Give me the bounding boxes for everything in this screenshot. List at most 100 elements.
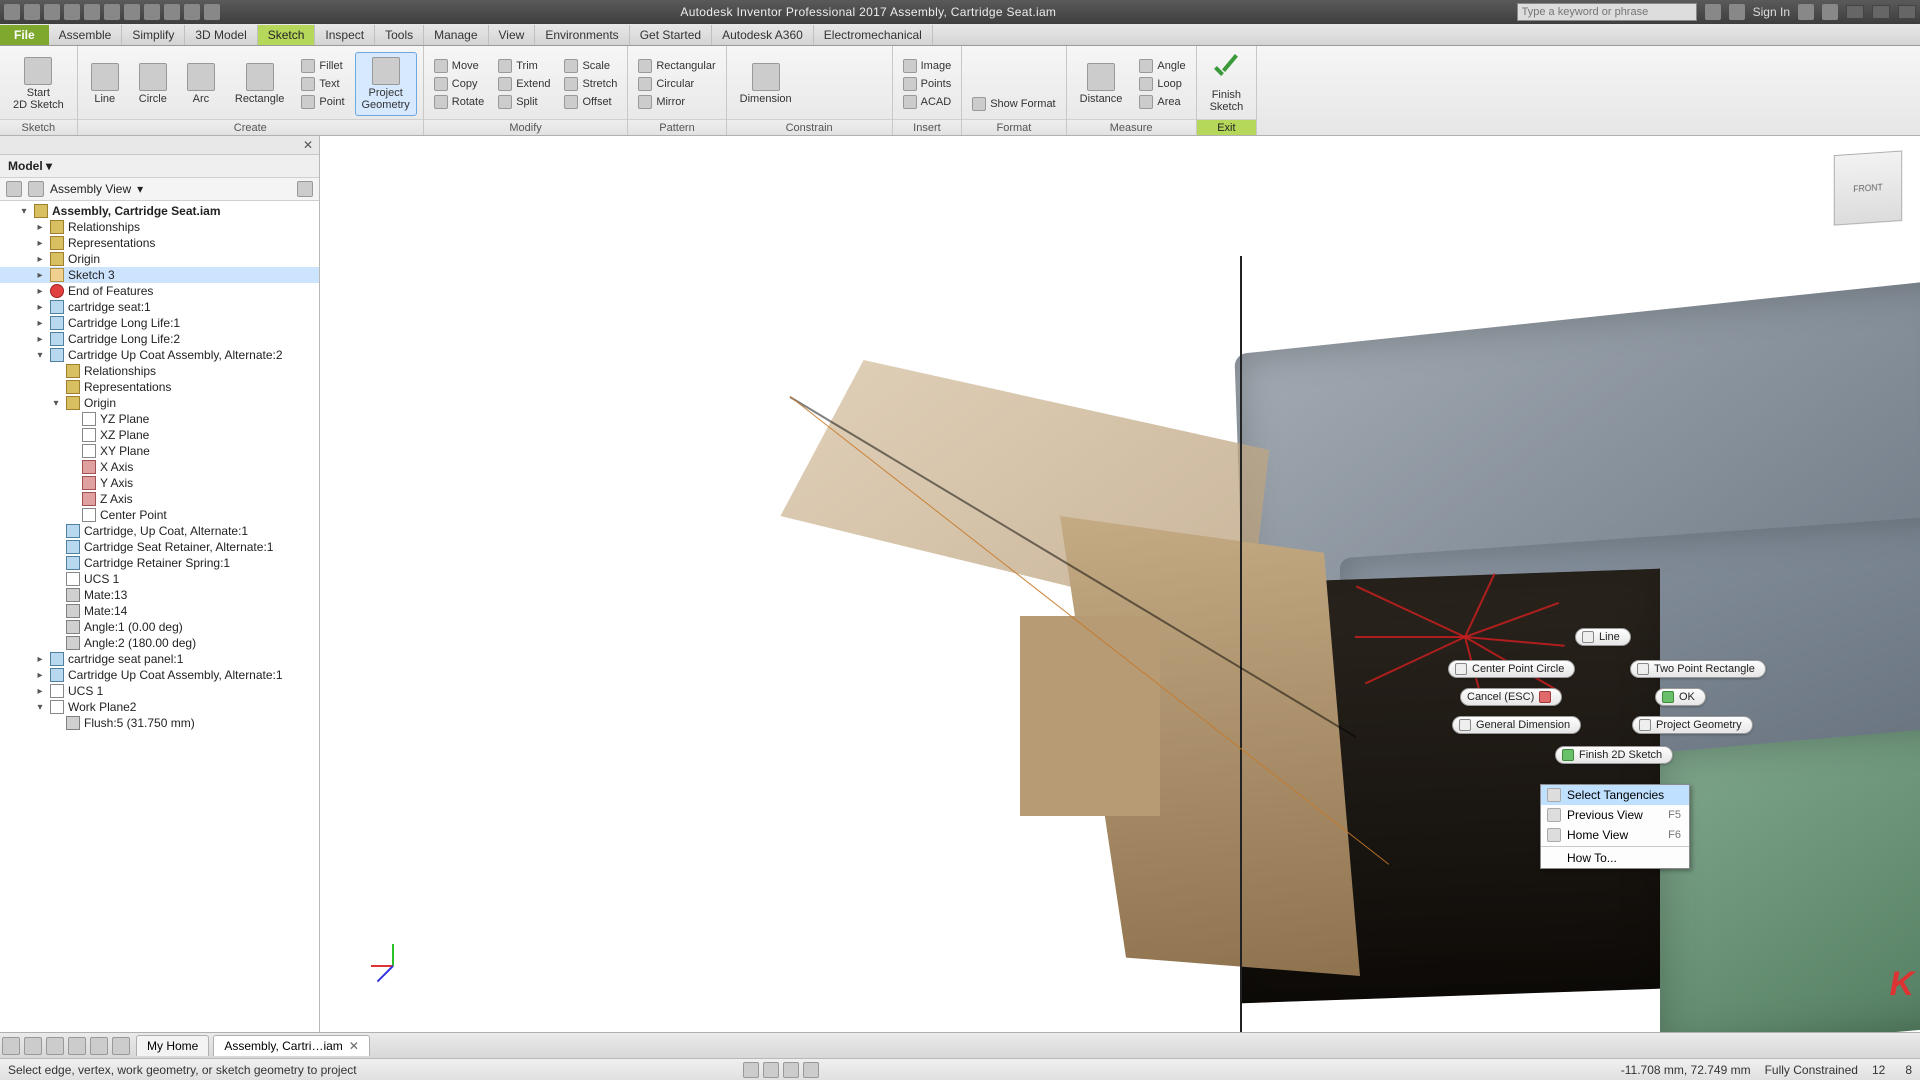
material-icon[interactable] [164, 4, 180, 20]
marking-cancel-button[interactable]: Cancel (ESC) [1460, 688, 1562, 706]
tab-tools[interactable]: Tools [375, 25, 424, 45]
tab-inspect[interactable]: Inspect [315, 25, 375, 45]
tree-node[interactable]: Y Axis [0, 475, 319, 491]
tree-node[interactable]: Angle:1 (0.00 deg) [0, 619, 319, 635]
ctx-select-tangencies[interactable]: Select Tangencies [1541, 785, 1689, 805]
tree-node[interactable]: ▸Cartridge Long Life:2 [0, 331, 319, 347]
tab-assemble[interactable]: Assemble [49, 25, 123, 45]
tree-node[interactable]: ▸Sketch 3 [0, 267, 319, 283]
text-button[interactable]: Text [297, 76, 348, 92]
doctab-icon[interactable] [90, 1037, 108, 1055]
doctab-icon[interactable] [24, 1037, 42, 1055]
close-tab-icon[interactable]: ✕ [349, 1039, 359, 1053]
tree-node[interactable]: Mate:14 [0, 603, 319, 619]
acad-button[interactable]: ACAD [899, 94, 956, 110]
doc-tab-home[interactable]: My Home [136, 1035, 209, 1056]
tree-node[interactable]: Angle:2 (180.00 deg) [0, 635, 319, 651]
home-icon[interactable] [124, 4, 140, 20]
constraint-icon[interactable] [826, 75, 844, 93]
format-icon[interactable] [968, 56, 986, 74]
tree-node[interactable]: Cartridge, Up Coat, Alternate:1 [0, 523, 319, 539]
graphics-canvas[interactable]: FRONT Line Two Point Rectangle OK Projec… [320, 136, 1920, 1032]
qat-more-icon[interactable] [204, 4, 220, 20]
ctx-home-view[interactable]: Home ViewF6 [1541, 825, 1689, 845]
status-icon[interactable] [743, 1062, 759, 1078]
undo-icon[interactable] [84, 4, 100, 20]
area-button[interactable]: Area [1135, 94, 1189, 110]
tab-electromechanical[interactable]: Electromechanical [814, 25, 933, 45]
project-geometry-button[interactable]: Project Geometry [355, 52, 417, 116]
marking-project-geometry-button[interactable]: Project Geometry [1632, 716, 1753, 734]
ctx-how-to[interactable]: How To... [1541, 848, 1689, 868]
circular-pattern-button[interactable]: Circular [634, 76, 719, 92]
distance-button[interactable]: Distance [1073, 58, 1130, 110]
marking-line-button[interactable]: Line [1575, 628, 1631, 646]
tree-node[interactable]: Relationships [0, 363, 319, 379]
open-icon[interactable] [44, 4, 60, 20]
doctab-icon[interactable] [68, 1037, 86, 1055]
constraint-icon[interactable] [805, 96, 823, 114]
stretch-button[interactable]: Stretch [560, 76, 621, 92]
offset-button[interactable]: Offset [560, 94, 621, 110]
tree-node[interactable]: ▾Cartridge Up Coat Assembly, Alternate:2 [0, 347, 319, 363]
marking-center-circle-button[interactable]: Center Point Circle [1448, 660, 1575, 678]
doctab-icon[interactable] [112, 1037, 130, 1055]
tree-node[interactable]: UCS 1 [0, 571, 319, 587]
point-button[interactable]: Point [297, 94, 348, 110]
tree-node[interactable]: Flush:5 (31.750 mm) [0, 715, 319, 731]
tree-node[interactable]: Cartridge Seat Retainer, Alternate:1 [0, 539, 319, 555]
tree-node[interactable]: ▸Representations [0, 235, 319, 251]
marking-ok-button[interactable]: OK [1655, 688, 1706, 706]
app-icon[interactable] [4, 4, 20, 20]
file-tab[interactable]: File [0, 25, 49, 45]
show-format-button[interactable]: Show Format [968, 96, 1059, 112]
finish-sketch-button[interactable]: Finish Sketch [1203, 50, 1251, 118]
format-icon[interactable] [968, 76, 986, 94]
close-button[interactable] [1898, 5, 1916, 19]
image-button[interactable]: Image [899, 58, 956, 74]
user-icon[interactable] [1729, 4, 1745, 20]
constraint-icon[interactable] [805, 54, 823, 72]
rotate-button[interactable]: Rotate [430, 94, 488, 110]
tab-a360[interactable]: Autodesk A360 [712, 25, 814, 45]
status-icon[interactable] [803, 1062, 819, 1078]
doctab-icon[interactable] [46, 1037, 64, 1055]
filter-icon[interactable] [28, 181, 44, 197]
star-icon[interactable] [1705, 4, 1721, 20]
circle-button[interactable]: Circle [132, 58, 174, 110]
copy-button[interactable]: Copy [430, 76, 488, 92]
tree-node[interactable]: XZ Plane [0, 427, 319, 443]
mirror-button[interactable]: Mirror [634, 94, 719, 110]
search-browser-icon[interactable] [297, 181, 313, 197]
tree-node[interactable]: Mate:13 [0, 587, 319, 603]
rectangle-button[interactable]: Rectangle [228, 58, 292, 110]
tree-node[interactable]: ▸cartridge seat panel:1 [0, 651, 319, 667]
tab-view[interactable]: View [489, 25, 536, 45]
constraint-icon[interactable] [868, 96, 886, 114]
status-icon[interactable] [783, 1062, 799, 1078]
constraint-icon[interactable] [868, 75, 886, 93]
doctab-icon[interactable] [2, 1037, 20, 1055]
minimize-button[interactable] [1846, 5, 1864, 19]
tree-node[interactable]: X Axis [0, 459, 319, 475]
fillet-button[interactable]: Fillet [297, 58, 348, 74]
trim-button[interactable]: Trim [494, 58, 554, 74]
tab-3d-model[interactable]: 3D Model [185, 25, 257, 45]
view-cube[interactable]: FRONT [1834, 150, 1902, 225]
browser-title[interactable]: Model [8, 159, 43, 173]
constraint-icon[interactable] [868, 54, 886, 72]
help-search-input[interactable] [1517, 3, 1697, 21]
constraint-icon[interactable] [847, 54, 865, 72]
select-icon[interactable] [144, 4, 160, 20]
points-button[interactable]: Points [899, 76, 956, 92]
angle-button[interactable]: Angle [1135, 58, 1189, 74]
sign-in-link[interactable]: Sign In [1753, 5, 1790, 19]
tree-node[interactable]: ▸Relationships [0, 219, 319, 235]
browser-close-icon[interactable]: ✕ [303, 138, 313, 152]
exchange-icon[interactable] [1798, 4, 1814, 20]
tree-node[interactable]: Z Axis [0, 491, 319, 507]
marking-general-dimension-button[interactable]: General Dimension [1452, 716, 1581, 734]
browser-filter[interactable]: Assembly View [50, 182, 131, 196]
scale-button[interactable]: Scale [560, 58, 621, 74]
tree-node[interactable]: ▸Origin [0, 251, 319, 267]
